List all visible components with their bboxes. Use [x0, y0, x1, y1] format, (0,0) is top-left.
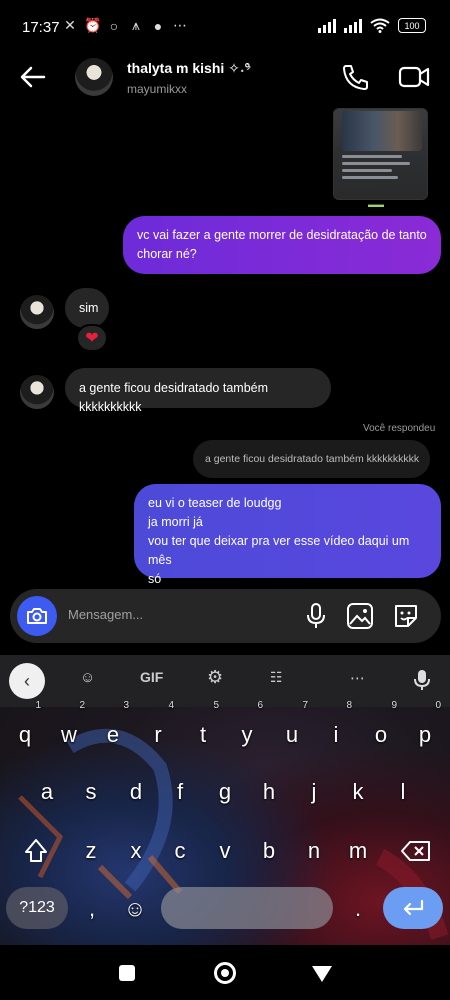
emoji-sticker-icon[interactable]: ☺	[80, 669, 95, 686]
status-bar: 17:37 ✕ ⏰ ○ ⩚ ● ⋯ 100	[0, 0, 450, 44]
gif-button[interactable]: GIF	[140, 669, 163, 685]
message-composer: Mensagem...	[10, 589, 441, 643]
key-period[interactable]: .	[338, 887, 378, 931]
shared-post-text-lines	[342, 155, 412, 183]
recents-icon[interactable]	[119, 965, 135, 981]
status-right: 100	[318, 18, 426, 33]
voice-input-icon[interactable]	[414, 669, 430, 691]
key-d[interactable]: d	[116, 770, 156, 814]
contact-avatar[interactable]	[75, 58, 113, 96]
message-line: ja morri já	[148, 515, 203, 529]
notification-icons: ✕ ⏰ ○ ⩚ ● ⋯	[62, 17, 188, 34]
key-p[interactable]: 0p	[405, 701, 445, 757]
shared-post-image	[342, 111, 422, 151]
camera-button[interactable]	[17, 596, 57, 636]
video-call-icon[interactable]	[396, 62, 432, 92]
key-f[interactable]: f	[160, 770, 200, 814]
space-key[interactable]	[161, 887, 333, 929]
key-r[interactable]: 4r	[138, 701, 178, 757]
shared-post-preview[interactable]	[333, 108, 428, 200]
key-i[interactable]: 8i	[316, 701, 356, 757]
microphone-icon[interactable]	[303, 602, 329, 630]
whatsapp-icon: ○	[109, 17, 119, 34]
key-e[interactable]: 3e	[93, 701, 133, 757]
sticker-icon[interactable]	[392, 602, 420, 630]
message-line: só	[148, 572, 162, 586]
shift-icon[interactable]	[16, 829, 56, 873]
key-w[interactable]: 2w	[49, 701, 89, 757]
key-c[interactable]: c	[160, 829, 200, 873]
key-v[interactable]: v	[205, 829, 245, 873]
message-incoming[interactable]: a gente ficou desidratado também kkkkkkk…	[65, 368, 331, 414]
key-s[interactable]: s	[71, 770, 111, 814]
emoji-icon[interactable]: ☺	[115, 887, 155, 931]
message-input[interactable]: Mensagem...	[68, 607, 143, 622]
alarm-icon: ⏰	[84, 17, 102, 33]
battery-icon: 100	[398, 18, 426, 33]
status-time: 17:37	[22, 19, 60, 36]
message-line: eu vi o teaser de loudgg	[148, 496, 282, 510]
message-outgoing[interactable]: vc vai fazer a gente morrer de desidrata…	[123, 216, 441, 274]
wifi-icon	[370, 18, 390, 33]
no-call-icon: ✕	[64, 17, 76, 33]
back-arrow-icon[interactable]	[18, 62, 48, 92]
heart-reaction-icon[interactable]: ❤	[76, 324, 108, 352]
key-h[interactable]: h	[249, 770, 289, 814]
message-line: vc vai fazer a gente morrer de desidrata…	[137, 228, 427, 242]
reply-label: Você respondeu	[363, 423, 436, 434]
sender-avatar[interactable]	[20, 375, 54, 409]
key-u[interactable]: 7u	[272, 701, 312, 757]
key-m[interactable]: m	[338, 829, 378, 873]
message-text: a gente ficou desidratado também kkkkkkk…	[79, 381, 269, 414]
key-x[interactable]: x	[116, 829, 156, 873]
message-line: chorar né?	[137, 247, 197, 261]
system-nav-bar	[0, 945, 450, 1000]
more-options-icon[interactable]: ⋯	[350, 669, 365, 687]
symbols-key[interactable]: ?123	[6, 887, 68, 929]
signal-icon-2	[344, 18, 362, 33]
sender-avatar[interactable]	[20, 295, 54, 329]
key-l[interactable]: l	[383, 770, 423, 814]
settings-gear-icon[interactable]: ⚙	[207, 667, 223, 688]
key-g[interactable]: g	[205, 770, 245, 814]
signal-icon	[318, 18, 336, 33]
contact-username[interactable]: mayumikxx	[127, 82, 187, 96]
key-j[interactable]: j	[294, 770, 334, 814]
gallery-icon[interactable]	[346, 602, 374, 630]
quoted-message[interactable]: a gente ficou desidratado também kkkkkkk…	[193, 440, 430, 478]
chat-icon: ●	[153, 17, 163, 34]
home-icon[interactable]	[214, 962, 236, 984]
message-text: sim	[79, 301, 99, 315]
key-k[interactable]: k	[338, 770, 378, 814]
chat-header: thalyta m kishi ✧˖° › mayumikxx	[0, 52, 450, 104]
phone-call-icon[interactable]	[338, 62, 372, 92]
key-y[interactable]: 6y	[227, 701, 267, 757]
key-n[interactable]: n	[294, 829, 334, 873]
enter-key[interactable]	[383, 887, 443, 929]
nav-back-icon[interactable]	[312, 966, 332, 982]
camera-icon	[27, 608, 47, 624]
keyboard-collapse-button[interactable]: ‹	[9, 663, 45, 699]
network-icon: ⩚	[132, 17, 140, 33]
chevron-right-icon[interactable]: ›	[246, 58, 251, 76]
backspace-icon[interactable]	[396, 829, 436, 873]
key-z[interactable]: z	[71, 829, 111, 873]
key-q[interactable]: 1q	[5, 701, 45, 757]
enter-arrow-icon	[403, 899, 424, 916]
key-b[interactable]: b	[249, 829, 289, 873]
message-outgoing[interactable]: eu vi o teaser de loudgg ja morri já vou…	[134, 484, 441, 586]
contact-name[interactable]: thalyta m kishi ✧˖°	[127, 60, 250, 77]
key-o[interactable]: 9o	[361, 701, 401, 757]
keyboard-toolbar: ‹ ☺ GIF ⚙ ☷ ⋯	[0, 655, 450, 707]
key-a[interactable]: a	[27, 770, 67, 814]
more-dots-icon: ⋯	[173, 17, 187, 33]
keyboard: ‹ ☺ GIF ⚙ ☷ ⋯ 1q 2w 3e 4r 5t 6y 7u 8i 9o…	[0, 655, 450, 945]
key-comma[interactable]: ,	[72, 887, 112, 931]
key-t[interactable]: 5t	[183, 701, 223, 757]
message-line: vou ter que deixar pra ver esse vídeo da…	[148, 534, 410, 567]
shared-post-caption: ▬▬	[368, 200, 384, 209]
translate-icon[interactable]: ☷	[270, 669, 283, 686]
message-incoming[interactable]: sim	[65, 288, 109, 328]
